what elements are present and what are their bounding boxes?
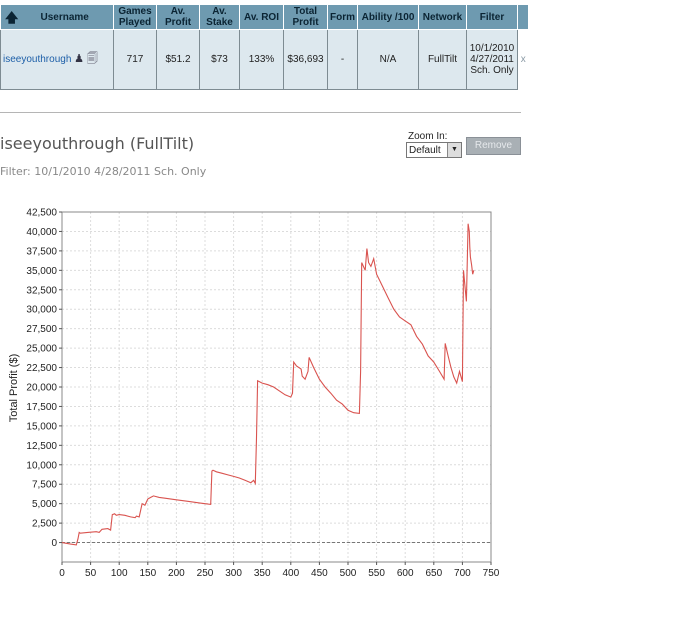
y-tick-label: 17,500 (26, 402, 57, 413)
header-games-played[interactable]: Games Played (113, 4, 157, 30)
x-tick-label: 200 (168, 568, 185, 579)
x-tick-label: 400 (282, 568, 299, 579)
x-tick-label: 500 (340, 568, 357, 579)
network-value: FullTilt (418, 29, 467, 90)
table-row: iseeyouthrough ♟ 🗐 717 $51.2 $73 133% $3… (0, 29, 529, 90)
x-tick-label: 600 (397, 568, 414, 579)
x-tick-label: 100 (111, 568, 128, 579)
av-profit-value: $51.2 (156, 29, 200, 90)
series-line (61, 223, 475, 546)
header-av-stake[interactable]: Av. Stake (199, 4, 240, 30)
player-stats-table: 🡅 Username Games Played Av. Profit Av. S… (0, 4, 529, 90)
y-tick-label: 2,500 (32, 519, 57, 530)
notes-icon[interactable]: 🗐 (87, 53, 98, 65)
x-tick-label: 150 (139, 568, 156, 579)
total-profit-value: $36,693 (283, 29, 328, 90)
username-cell: iseeyouthrough ♟ 🗐 (0, 29, 114, 90)
header-form[interactable]: Form (327, 4, 358, 30)
y-tick-label: 42,500 (26, 208, 57, 219)
y-tick-label: 20,000 (26, 383, 57, 394)
y-tick-label: 7,500 (32, 480, 57, 491)
x-tick-label: 300 (225, 568, 242, 579)
remove-button[interactable]: Remove (466, 137, 521, 155)
av-stake-value: $73 (199, 29, 240, 90)
y-tick-label: 27,500 (26, 324, 57, 335)
y-axis-ticks: 0 2,500 5,000 7,500 10,000 12,500 15,000 17,500… (26, 208, 62, 549)
ability-value: N/A (357, 29, 419, 90)
y-tick-label: 5,000 (32, 499, 57, 510)
player-icon[interactable]: ♟ (74, 53, 84, 65)
profit-chart: 0 2,500 5,000 7,500 10,000 12,500 15,000 17,500… (8, 208, 500, 580)
y-tick-label: 22,500 (26, 363, 57, 374)
header-spacer (517, 4, 529, 30)
filter-description: Filter: 10/1/2010 4/28/2011 Sch. Only (0, 165, 207, 178)
header-username[interactable]: Username (41, 12, 89, 23)
header-av-profit[interactable]: Av. Profit (156, 4, 200, 30)
y-tick-label: 15,000 (26, 421, 57, 432)
x-tick-label: 450 (311, 568, 328, 579)
y-tick-label: 25,000 (26, 344, 57, 355)
y-tick-label: 0 (51, 538, 57, 549)
chart-grid (61, 211, 492, 562)
y-tick-label: 40,000 (26, 227, 57, 238)
y-tick-label: 30,000 (26, 305, 57, 316)
filter-line-1: 10/1/2010 (469, 43, 515, 54)
chevron-down-icon[interactable]: ▼ (447, 143, 461, 157)
x-tick-label: 250 (197, 568, 214, 579)
y-tick-label: 35,000 (26, 266, 57, 277)
y-tick-label: 32,500 (26, 285, 57, 296)
y-axis-label: Total Profit ($) (8, 354, 20, 422)
x-tick-label: 50 (85, 568, 97, 579)
filter-line-3: Sch. Only (470, 65, 514, 76)
form-value: - (327, 29, 358, 90)
sort-column-header[interactable]: 🡅 Username (0, 4, 114, 30)
header-network[interactable]: Network (418, 4, 467, 30)
sort-up-arrow-icon[interactable]: 🡅 (5, 11, 18, 24)
av-roi-value: 133% (239, 29, 284, 90)
zoom-select-value: Default (409, 145, 441, 156)
header-total-profit[interactable]: Total Profit (283, 4, 328, 30)
header-filter[interactable]: Filter (466, 4, 518, 30)
zoom-label: Zoom In: (408, 131, 448, 142)
x-tick-label: 700 (454, 568, 471, 579)
username-link[interactable]: iseeyouthrough (3, 54, 71, 65)
section-divider (0, 112, 521, 113)
x-tick-label: 350 (254, 568, 271, 579)
filter-value: 10/1/2010 4/27/2011 Sch. Only (466, 29, 518, 90)
filter-line-2: 4/27/2011 (470, 54, 514, 65)
x-tick-label: 550 (368, 568, 385, 579)
zoom-select[interactable]: Default ▼ (406, 142, 462, 158)
x-tick-label: 0 (59, 568, 65, 579)
x-tick-label: 650 (425, 568, 442, 579)
header-ability[interactable]: Ability /100 (357, 4, 419, 30)
y-tick-label: 10,000 (26, 460, 57, 471)
remove-row-button[interactable]: x (517, 29, 529, 90)
y-tick-label: 37,500 (26, 246, 57, 257)
page-title: iseeyouthrough (FullTilt) (0, 134, 195, 153)
y-tick-label: 12,500 (26, 441, 57, 452)
x-axis-ticks: 0 50 100 150 200 250 300 350 400 450 500 550 600 650 7… (59, 562, 500, 579)
games-played-value: 717 (113, 29, 157, 90)
x-tick-label: 750 (483, 568, 500, 579)
header-av-roi[interactable]: Av. ROI (239, 4, 284, 30)
